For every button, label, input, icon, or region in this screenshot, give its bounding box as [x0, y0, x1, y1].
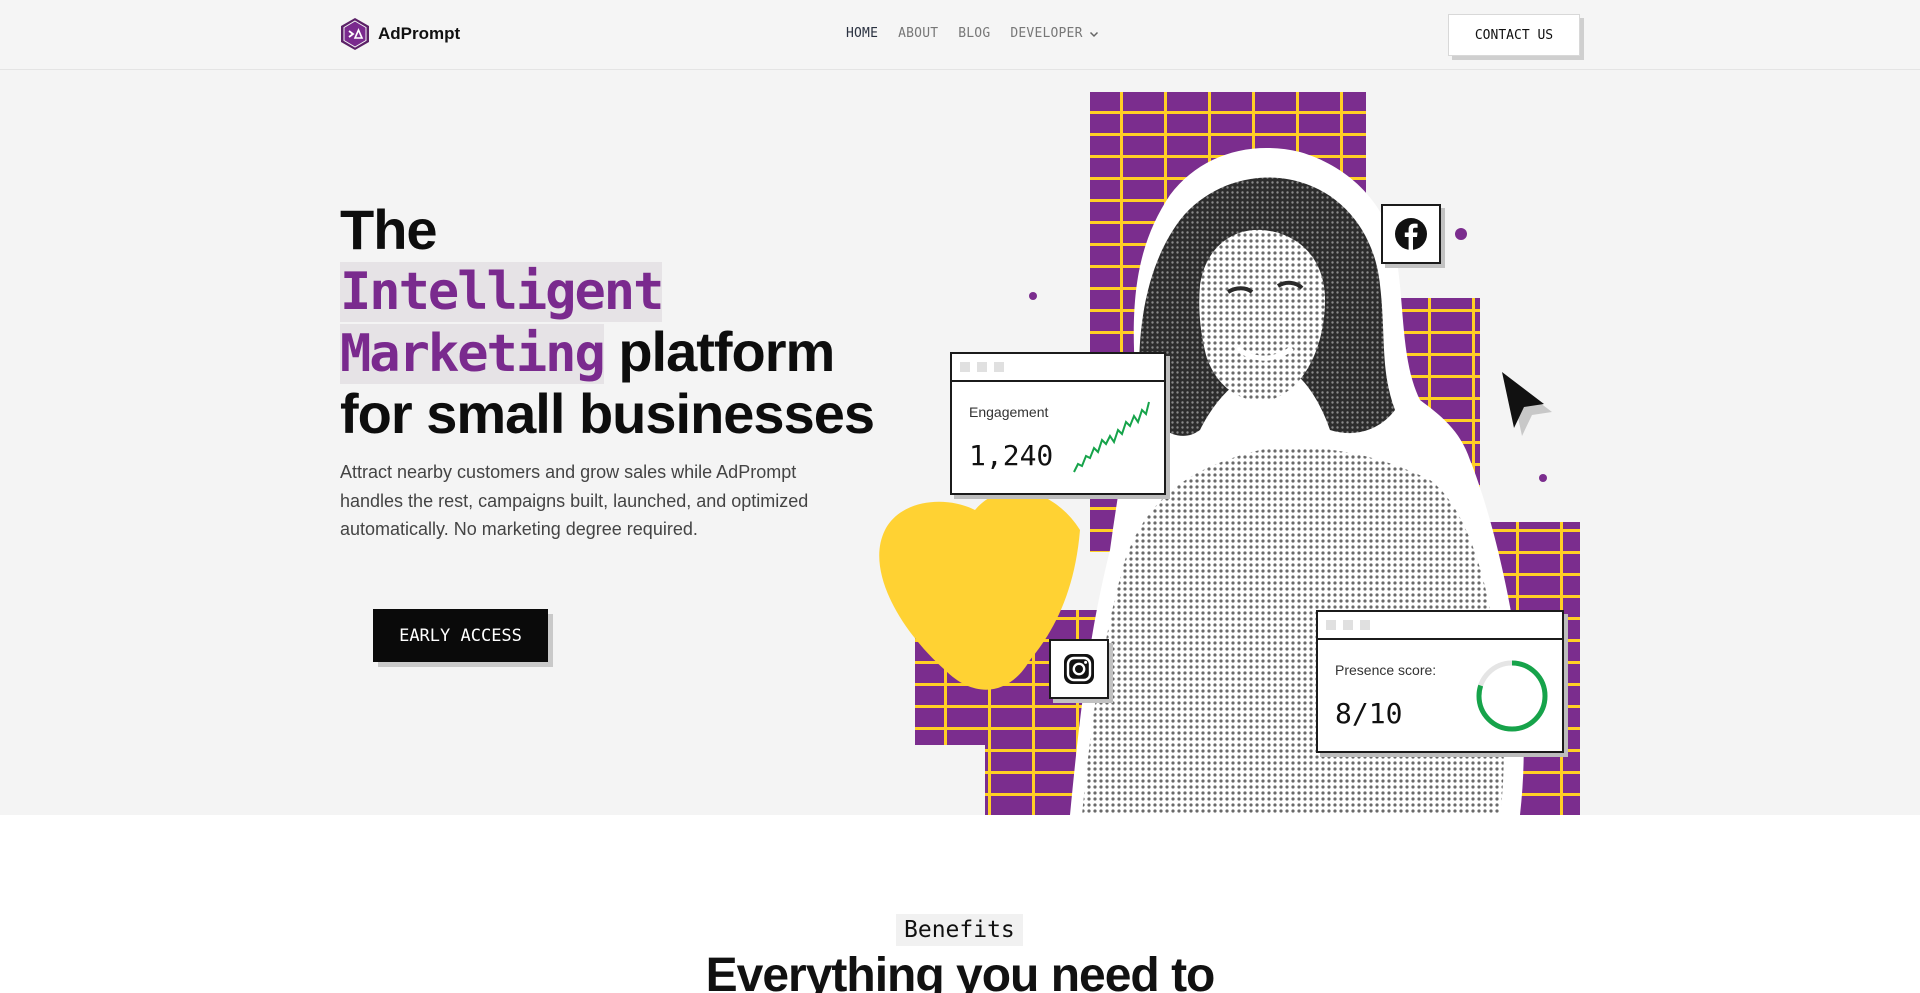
engagement-sparkline	[1073, 401, 1150, 473]
hero-section: The Intelligent Marketing platform for s…	[0, 70, 1920, 815]
card-titlebar	[952, 354, 1164, 382]
hexagon-logo-icon	[341, 18, 369, 50]
hero-subtitle: Attract nearby customers and grow sales …	[340, 462, 809, 539]
headline-line-4: for small businesses	[340, 382, 875, 445]
presence-ring	[1476, 660, 1548, 732]
card-titlebar	[1318, 612, 1562, 640]
hero-headline: The Intelligent Marketing platform for s…	[340, 198, 875, 445]
nav-about[interactable]: ABOUT	[898, 26, 938, 41]
facebook-icon	[1395, 218, 1427, 250]
facebook-badge	[1381, 204, 1441, 264]
engagement-card: Engagement 1,240	[950, 352, 1166, 495]
purple-dot	[1539, 474, 1547, 482]
nav-blog[interactable]: BLOG	[958, 26, 990, 41]
engagement-label: Engagement	[969, 404, 1049, 420]
site-header: AdPrompt HOME ABOUT BLOG DEVELOPER CONTA…	[0, 0, 1920, 70]
presence-score-card: Presence score: 8/10	[1316, 610, 1564, 753]
engagement-value: 1,240	[969, 439, 1054, 472]
main-nav: HOME ABOUT BLOG DEVELOPER	[846, 26, 1099, 41]
presence-value: 8/10	[1335, 697, 1403, 730]
contact-us-button[interactable]: CONTACT US	[1448, 14, 1580, 56]
purple-dot	[1455, 228, 1467, 240]
headline-platform: platform	[603, 320, 835, 383]
brand-name: AdPrompt	[378, 24, 461, 43]
nav-developer-label: DEVELOPER	[1010, 26, 1083, 41]
brand-logo[interactable]: AdPrompt	[340, 17, 460, 51]
benefits-title: Everything you need to	[705, 949, 1216, 993]
instagram-icon	[1064, 654, 1094, 684]
cursor-arrow-icon	[1502, 372, 1552, 436]
headline-highlight-intelligent: Intelligent	[340, 262, 664, 322]
nav-home[interactable]: HOME	[846, 26, 878, 41]
chevron-down-icon	[1089, 31, 1098, 37]
benefits-badge: Benefits	[896, 914, 1023, 946]
headline-line-1: The	[340, 198, 438, 261]
purple-dot	[1029, 292, 1037, 300]
nav-developer[interactable]: DEVELOPER	[1010, 26, 1098, 41]
presence-label: Presence score:	[1335, 662, 1437, 678]
early-access-button[interactable]: EARLY ACCESS	[373, 609, 548, 662]
headline-highlight-marketing: Marketing	[340, 324, 606, 384]
instagram-badge	[1049, 639, 1109, 699]
